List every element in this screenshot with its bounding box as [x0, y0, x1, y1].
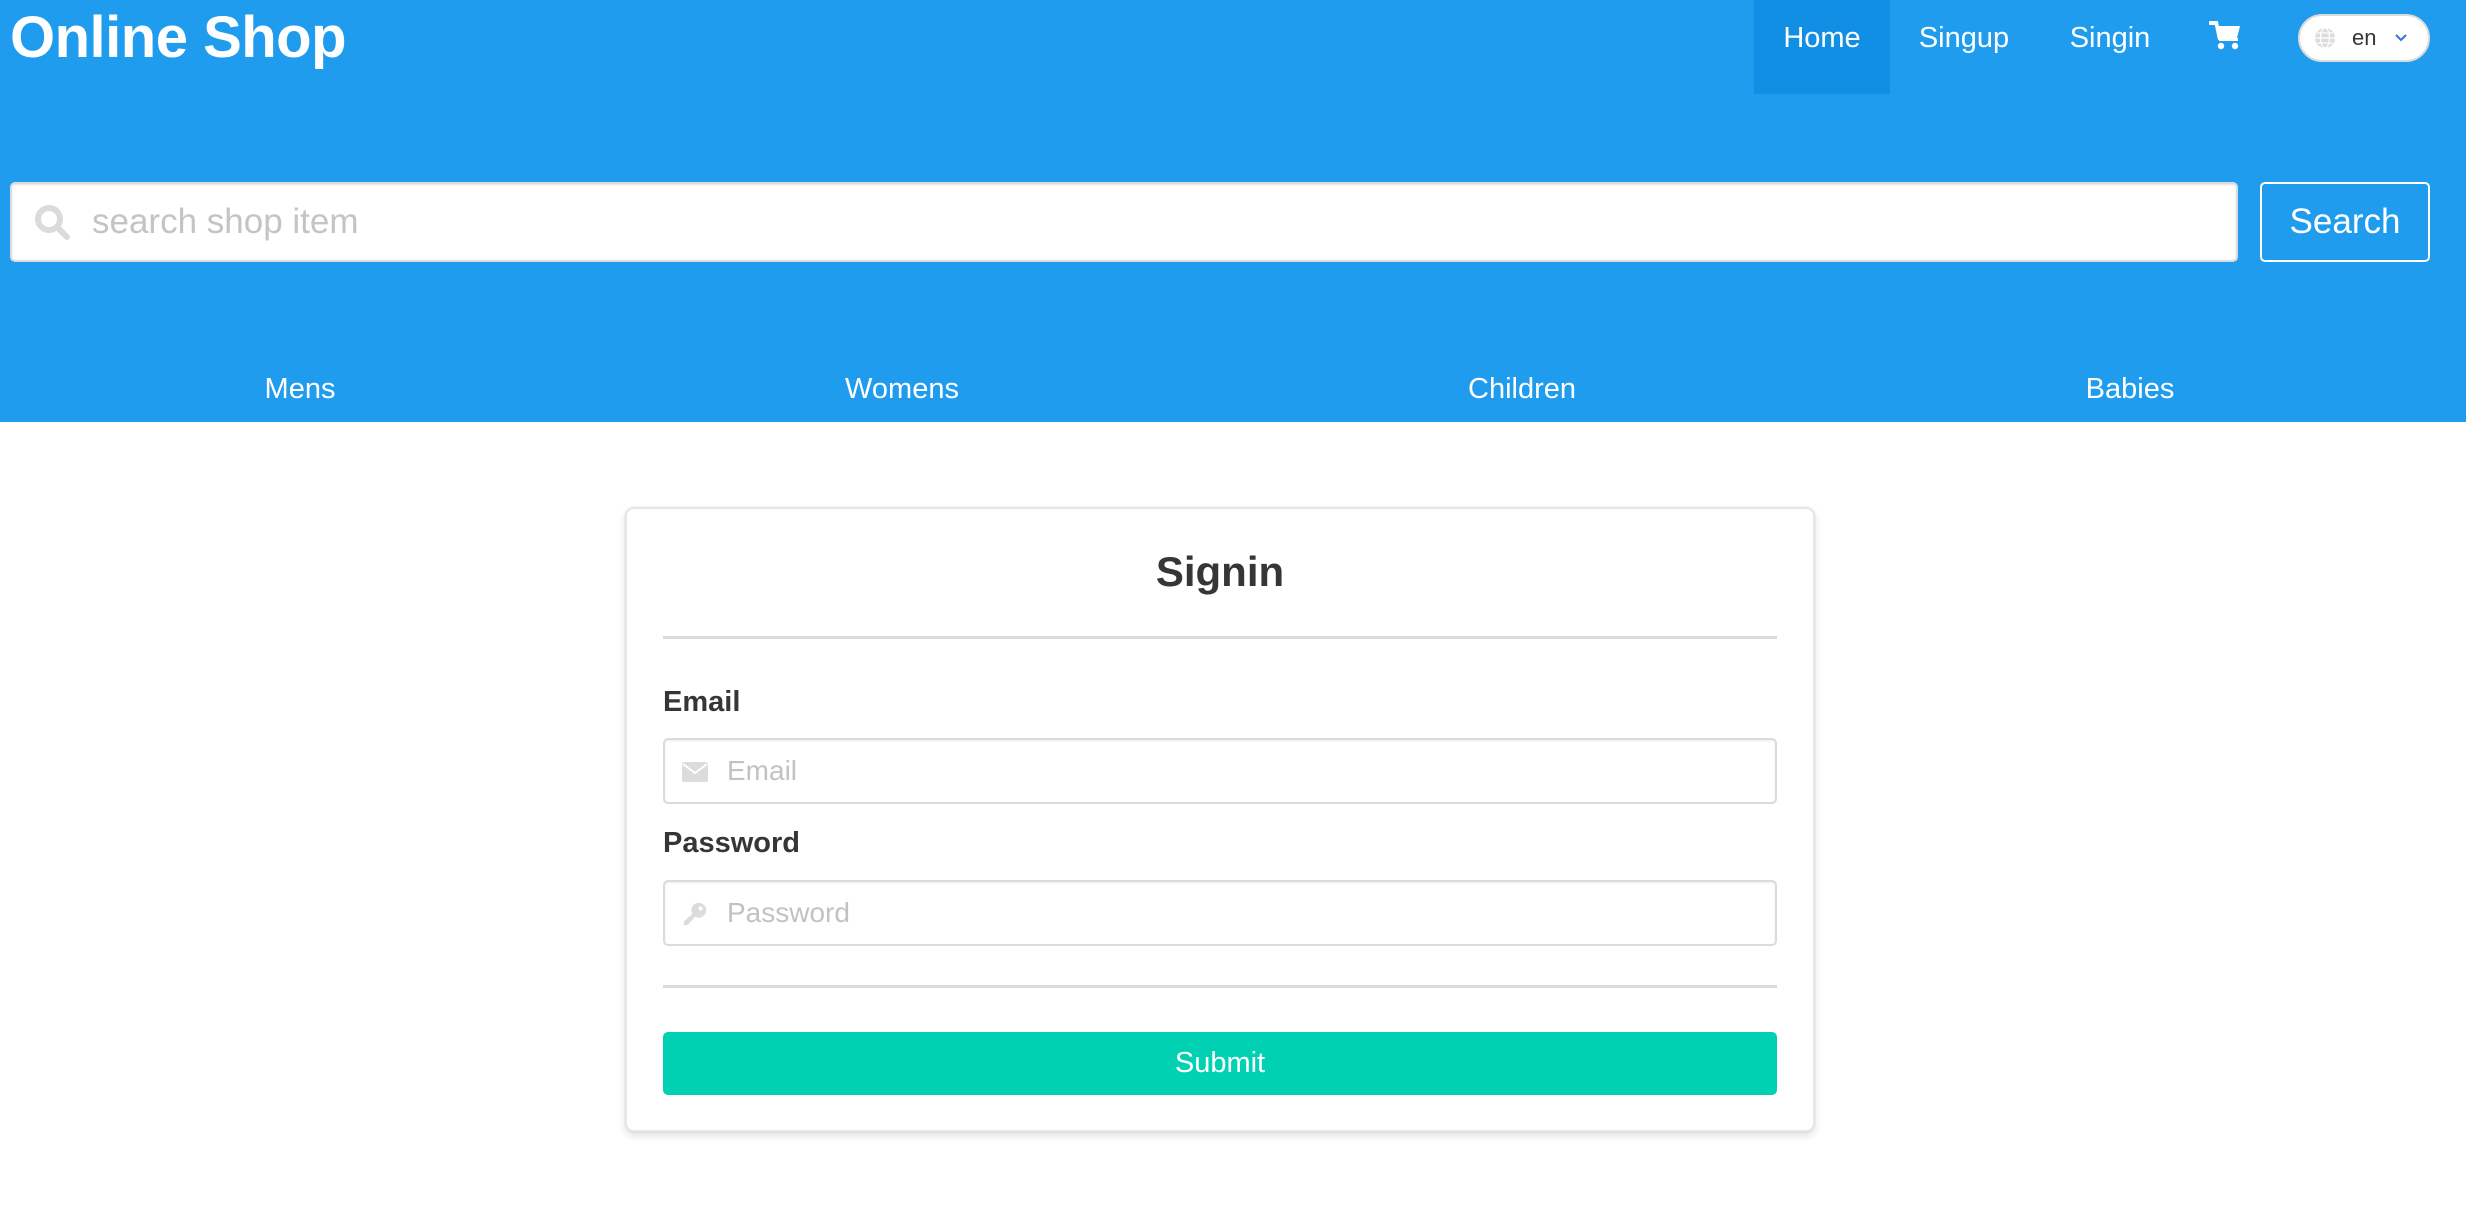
key-icon — [683, 902, 707, 926]
divider — [663, 985, 1777, 988]
nav-signin[interactable]: Singin — [2048, 0, 2172, 94]
email-field-wrapper — [663, 738, 1777, 804]
category-mens[interactable]: Mens — [265, 366, 336, 412]
search-button[interactable]: Search — [2260, 182, 2430, 262]
nav-cart[interactable] — [2190, 0, 2260, 94]
category-babies[interactable]: Babies — [2086, 366, 2175, 412]
language-value: en — [2352, 25, 2377, 50]
cart-icon — [2209, 21, 2240, 50]
globe-icon — [2315, 27, 2335, 49]
nav-signup[interactable]: Singup — [1900, 0, 2028, 94]
site-header: Online Shop Home Singup Singin en search… — [0, 0, 2466, 422]
password-field[interactable] — [727, 882, 1765, 944]
password-label: Password — [663, 827, 800, 859]
search-input[interactable] — [92, 184, 2226, 260]
email-label: Email — [663, 686, 741, 718]
nav-home[interactable]: Home — [1754, 0, 1890, 94]
search-icon — [35, 205, 70, 240]
chevron-down-icon — [2395, 34, 2408, 42]
language-selector[interactable]: en — [2298, 14, 2430, 62]
search-box — [10, 182, 2238, 262]
signin-card: Signin Email Password Submit — [625, 507, 1815, 1132]
category-womens[interactable]: Womens — [845, 366, 959, 412]
email-field[interactable] — [727, 740, 1765, 802]
submit-button[interactable]: Submit — [663, 1032, 1777, 1095]
envelope-icon — [682, 762, 708, 782]
signin-title: Signin — [1155, 548, 1285, 595]
brand-logo[interactable]: Online Shop — [10, 4, 347, 72]
password-field-wrapper — [663, 880, 1777, 946]
category-children[interactable]: Children — [1468, 366, 1576, 412]
divider — [663, 636, 1777, 639]
